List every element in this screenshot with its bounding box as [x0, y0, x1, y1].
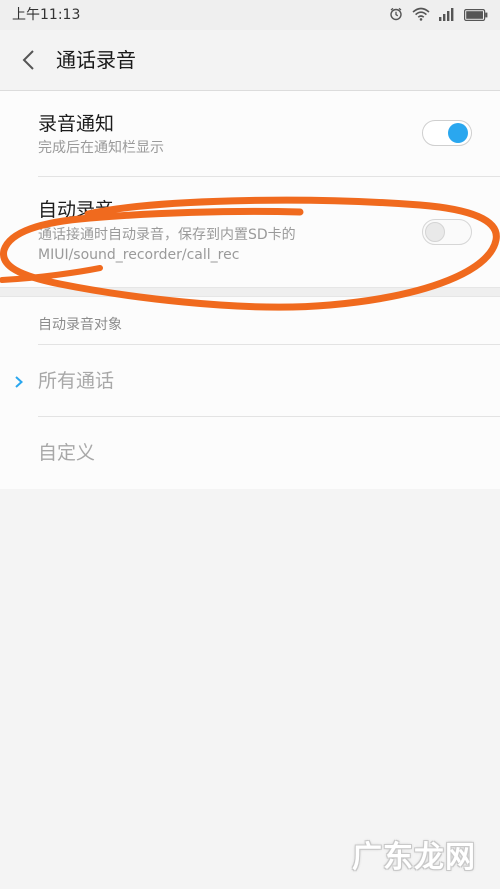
auto-record-setting-subtitle: 通话接通时自动录音，保存到内置SD卡的MIUI/sound_recorder/c… — [38, 227, 296, 263]
signal-icon — [439, 6, 455, 25]
notify-setting-subtitle: 完成后在通知栏显示 — [38, 140, 164, 156]
status-icons — [389, 7, 488, 23]
option-custom-label: 自定义 — [38, 442, 96, 464]
toggle-knob — [425, 222, 445, 242]
wifi-icon — [412, 6, 430, 25]
section-header: 自动录音对象 — [0, 297, 500, 345]
auto-record-setting-title: 自动录音 — [38, 199, 115, 221]
option-custom[interactable]: 自定义 — [0, 417, 500, 489]
notify-setting-title: 录音通知 — [38, 113, 115, 135]
status-bar: 上午11:13 — [0, 0, 500, 30]
settings-card: 录音通知 完成后在通知栏显示 自动录音 通话接通时自动录音，保存到内置SD卡的M… — [0, 91, 500, 489]
toggle-knob — [448, 123, 468, 143]
selected-check-icon — [14, 374, 24, 388]
back-chevron-icon[interactable] — [18, 48, 40, 72]
option-all-calls[interactable]: 所有通话 — [0, 345, 500, 417]
watermark-logo: 广东龙网 — [352, 840, 476, 875]
option-all-calls-label: 所有通话 — [38, 370, 115, 392]
alarm-icon — [389, 6, 403, 25]
auto-record-toggle[interactable] — [422, 219, 472, 245]
battery-icon — [464, 6, 488, 25]
status-time: 上午11:13 — [12, 7, 81, 23]
app-header: 通话录音 — [0, 30, 500, 91]
notify-setting-row[interactable]: 录音通知 完成后在通知栏显示 — [0, 91, 500, 177]
auto-record-setting-row[interactable]: 自动录音 通话接通时自动录音，保存到内置SD卡的MIUI/sound_recor… — [0, 177, 500, 287]
notify-toggle[interactable] — [422, 120, 472, 146]
section-gap — [0, 287, 500, 297]
page-title: 通话录音 — [56, 48, 136, 72]
auto-record-target-label: 自动录音对象 — [38, 317, 122, 333]
